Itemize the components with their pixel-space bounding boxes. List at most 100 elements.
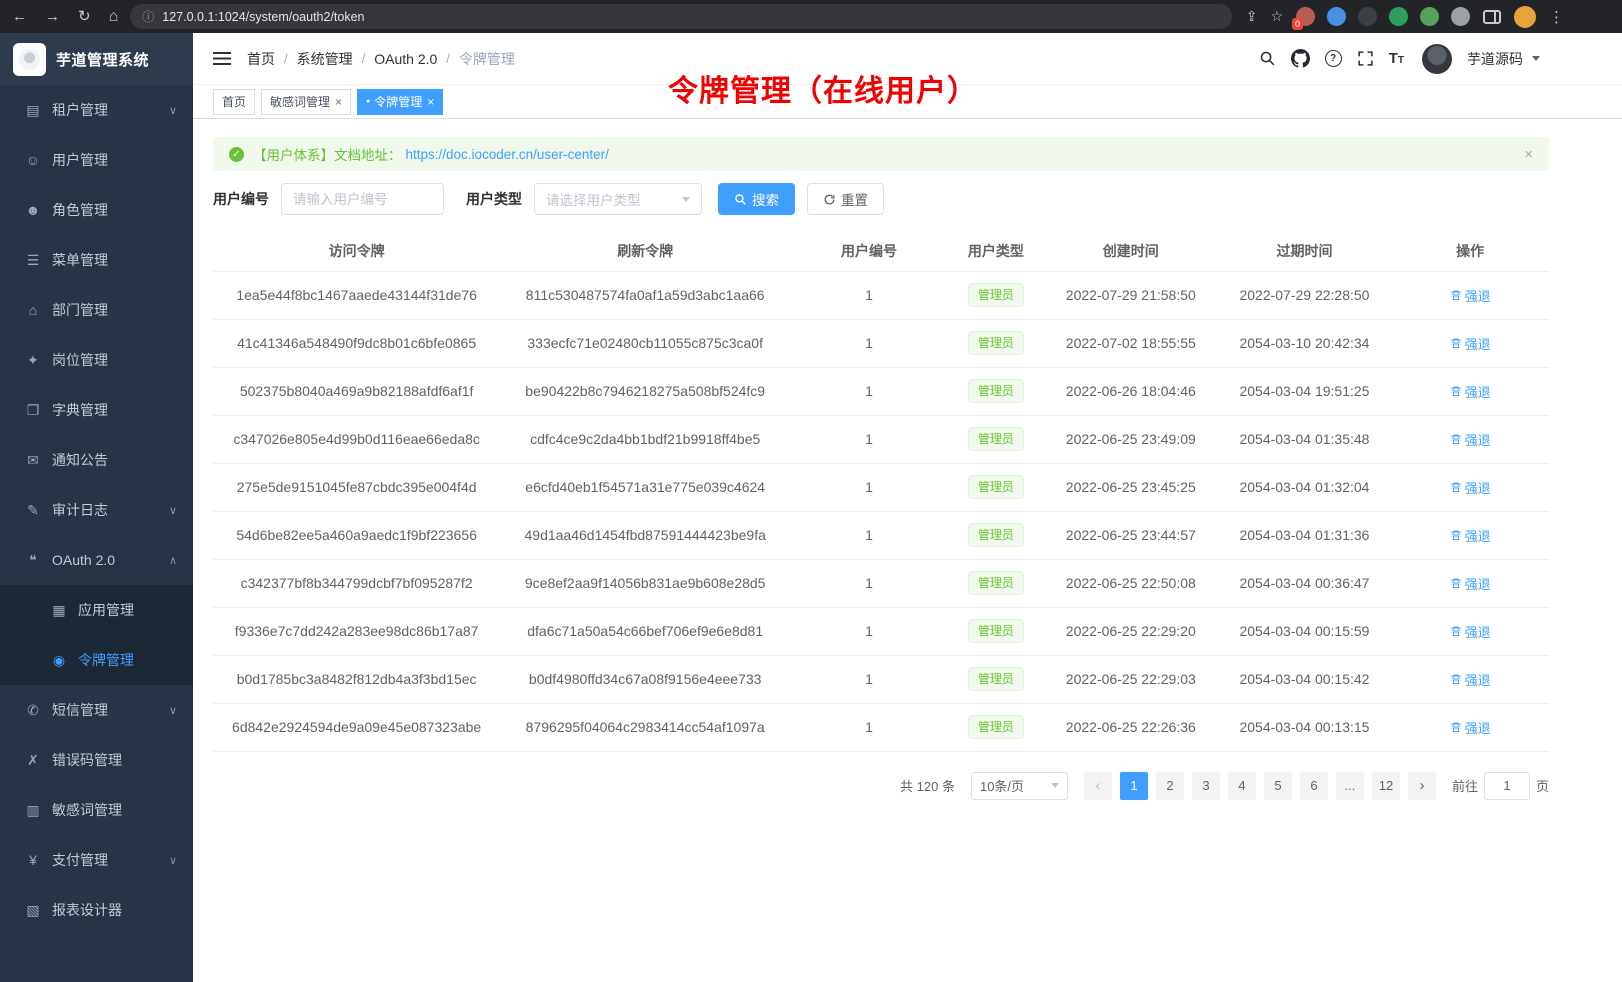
access-token-cell: c342377bf8b344799dcbf7bf095287f2 <box>213 559 500 607</box>
extension-icon-6[interactable] <box>1451 7 1470 26</box>
sidebar-item-user[interactable]: ☺ 用户管理 <box>0 135 193 185</box>
search-icon[interactable] <box>1259 50 1276 67</box>
report-designer-icon: ▧ <box>22 902 44 919</box>
breadcrumb-home[interactable]: 首页 <box>247 49 275 69</box>
browser-menu-icon[interactable] <box>1549 8 1564 26</box>
table-row: 502375b8040a469a9b82188afdf6af1f be90422… <box>213 367 1549 415</box>
sidebar-item-tenant[interactable]: ▤ 租户管理 ∨ <box>0 85 193 135</box>
user-type-select[interactable]: 请选择用户类型 <box>534 183 702 215</box>
sidebar-item-audit-log[interactable]: ✎ 审计日志 ∨ <box>0 485 193 535</box>
page-button-3[interactable]: 3 <box>1192 772 1220 800</box>
breadcrumb-token[interactable]: 令牌管理 <box>459 49 515 69</box>
sidebar-item-notice[interactable]: ✉ 通知公告 <box>0 435 193 485</box>
tenant-icon: ▤ <box>22 102 44 119</box>
table-row: b0d1785bc3a8482f812db4a3f3bd15ec b0df498… <box>213 655 1549 703</box>
action-cell: 强退 <box>1391 607 1549 655</box>
select-placeholder: 请选择用户类型 <box>546 189 641 209</box>
next-page-button[interactable]: › <box>1408 772 1436 800</box>
prev-page-button[interactable]: ‹ <box>1084 772 1112 800</box>
address-bar[interactable]: 127.0.0.1:1024/system/oauth2/token <box>130 4 1231 29</box>
goto-page-input[interactable] <box>1484 772 1530 800</box>
page-size-select[interactable]: 10条/页 <box>971 772 1068 800</box>
page-more-button[interactable]: ... <box>1336 772 1364 800</box>
doc-link[interactable]: https://doc.iocoder.cn/user-center/ <box>406 147 609 162</box>
access-token-cell: f9336e7c7dd242a283ee98dc86b17a87 <box>213 607 500 655</box>
force-logout-button[interactable]: 强退 <box>1450 382 1491 401</box>
tab-home[interactable]: 首页 <box>213 89 255 115</box>
sidebar-item-oauth-token[interactable]: ◉ 令牌管理 <box>0 635 193 685</box>
user-type-cell: 管理员 <box>948 271 1044 319</box>
force-logout-button[interactable]: 强退 <box>1450 670 1491 689</box>
page-button-4[interactable]: 4 <box>1228 772 1256 800</box>
sidebar-item-oauth[interactable]: ❝ OAuth 2.0 ∧ <box>0 535 193 585</box>
extension-icon-2[interactable] <box>1327 7 1346 26</box>
browser-profile-avatar[interactable] <box>1514 6 1536 28</box>
user-id-input[interactable] <box>281 183 444 215</box>
chevron-down-icon[interactable] <box>1532 56 1540 61</box>
close-icon[interactable]: × <box>335 96 342 108</box>
force-logout-button[interactable]: 强退 <box>1450 334 1491 353</box>
expire-time-cell: 2054-03-04 19:51:25 <box>1218 367 1392 415</box>
search-button[interactable]: 搜索 <box>718 183 795 215</box>
user-type-cell: 管理员 <box>948 319 1044 367</box>
forward-icon[interactable] <box>45 9 60 24</box>
force-logout-button[interactable]: 强退 <box>1450 574 1491 593</box>
back-icon[interactable] <box>12 9 27 24</box>
tab-label: 首页 <box>222 93 246 110</box>
extension-icon-3[interactable] <box>1358 7 1377 26</box>
error-code-icon: ✗ <box>22 752 44 769</box>
force-logout-button[interactable]: 强退 <box>1450 622 1491 641</box>
hamburger-icon[interactable] <box>213 52 231 65</box>
page-button-2[interactable]: 2 <box>1156 772 1184 800</box>
user-type-badge: 管理员 <box>968 283 1024 307</box>
force-logout-button[interactable]: 强退 <box>1450 286 1491 305</box>
page-button-5[interactable]: 5 <box>1264 772 1292 800</box>
breadcrumb-system[interactable]: 系统管理 <box>297 49 353 69</box>
access-token-cell: b0d1785bc3a8482f812db4a3f3bd15ec <box>213 655 500 703</box>
extension-icon-5[interactable] <box>1420 7 1439 26</box>
sidebar-item-oauth-app[interactable]: ▦ 应用管理 <box>0 585 193 635</box>
chevron-icon: ∧ <box>169 554 177 567</box>
sidebar-item-payment[interactable]: ¥ 支付管理 ∨ <box>0 835 193 885</box>
fullscreen-icon[interactable] <box>1357 50 1374 67</box>
force-logout-button[interactable]: 强退 <box>1450 478 1491 497</box>
alert-close-icon[interactable]: × <box>1524 146 1533 163</box>
close-icon[interactable]: × <box>427 96 434 108</box>
page-button-1[interactable]: 1 <box>1120 772 1148 800</box>
help-icon[interactable] <box>1325 50 1342 67</box>
side-panel-icon[interactable] <box>1483 10 1501 24</box>
tab-token[interactable]: ●令牌管理× <box>357 89 443 115</box>
url-text[interactable]: 127.0.0.1:1024/system/oauth2/token <box>162 10 364 24</box>
home-icon[interactable] <box>109 9 119 25</box>
app-logo[interactable]: 芋道管理系统 <box>0 33 193 85</box>
github-icon[interactable] <box>1291 49 1310 68</box>
sidebar-item-error-code[interactable]: ✗ 错误码管理 <box>0 735 193 785</box>
breadcrumb-oauth[interactable]: OAuth 2.0 <box>374 51 437 67</box>
sidebar-item-sms[interactable]: ✆ 短信管理 ∨ <box>0 685 193 735</box>
reload-icon[interactable] <box>78 9 91 24</box>
sidebar-item-dictionary[interactable]: ❐ 字典管理 <box>0 385 193 435</box>
sidebar-item-department[interactable]: ⌂ 部门管理 <box>0 285 193 335</box>
sidebar-item-role[interactable]: ☻ 角色管理 <box>0 185 193 235</box>
extension-icon-4[interactable] <box>1389 7 1408 26</box>
user-avatar[interactable] <box>1422 44 1452 74</box>
bookmark-star-icon[interactable] <box>1270 8 1283 25</box>
share-icon[interactable] <box>1246 8 1258 25</box>
site-info-icon[interactable] <box>142 8 154 25</box>
force-logout-button[interactable]: 强退 <box>1450 526 1491 545</box>
token-table: 访问令牌刷新令牌用户编号用户类型创建时间过期时间操作 1ea5e44f8bc14… <box>213 231 1549 752</box>
sidebar-item-report-designer[interactable]: ▧ 报表设计器 <box>0 885 193 935</box>
font-size-icon[interactable] <box>1389 51 1404 66</box>
sidebar-item-menu[interactable]: ☰ 菜单管理 <box>0 235 193 285</box>
force-logout-button[interactable]: 强退 <box>1450 718 1491 737</box>
reset-button[interactable]: 重置 <box>807 183 884 215</box>
force-logout-button[interactable]: 强退 <box>1450 430 1491 449</box>
extension-icon-1[interactable]: 0 <box>1296 7 1315 26</box>
page-button-6[interactable]: 6 <box>1300 772 1328 800</box>
post-icon: ✦ <box>22 352 44 369</box>
page-button-12[interactable]: 12 <box>1372 772 1400 800</box>
tab-sensitive-word[interactable]: 敏感词管理× <box>261 89 351 115</box>
sidebar-item-sensitive-word[interactable]: ▥ 敏感词管理 <box>0 785 193 835</box>
username[interactable]: 芋道源码 <box>1467 49 1523 69</box>
sidebar-item-post[interactable]: ✦ 岗位管理 <box>0 335 193 385</box>
